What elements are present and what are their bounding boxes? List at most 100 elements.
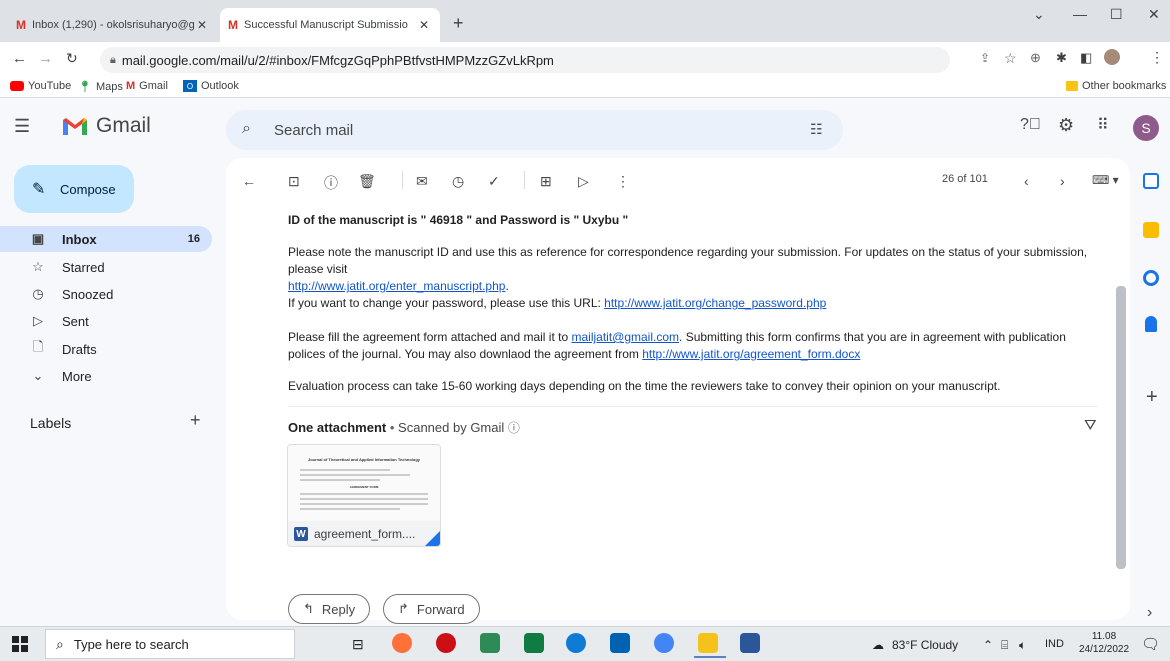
back-icon[interactable]: ←: [12, 50, 27, 67]
more-options-icon[interactable]: ⋮: [616, 173, 630, 190]
windows-start-icon[interactable]: [12, 636, 28, 652]
taskbar-search-input[interactable]: ⌕ Type here to search: [45, 629, 295, 659]
volume-icon[interactable]: 🔈︎: [1019, 638, 1026, 653]
compose-button[interactable]: ✎ Compose: [14, 165, 134, 213]
gmail-logo-icon: [63, 118, 87, 135]
attachment-card[interactable]: Journal of Theoretical and Applied Infor…: [287, 444, 441, 547]
language-indicator[interactable]: IND: [1045, 638, 1064, 650]
maximize-icon[interactable]: ☐: [1110, 6, 1123, 23]
preview-line: [300, 503, 428, 505]
opera-icon[interactable]: [436, 633, 456, 653]
side-panel-icon[interactable]: ◧: [1080, 50, 1092, 66]
tasks-icon[interactable]: [1143, 270, 1159, 286]
notes-app-icon[interactable]: [524, 633, 544, 653]
back-to-inbox-icon[interactable]: ←: [242, 173, 256, 189]
share-icon[interactable]: ⇪: [980, 51, 990, 65]
sidebar-item-snoozed[interactable]: ◷ Snoozed: [14, 281, 212, 307]
get-addons-icon[interactable]: +: [1146, 386, 1158, 409]
change-password-link[interactable]: http://www.jatit.org/change_password.php: [604, 296, 826, 310]
store-icon[interactable]: [610, 633, 630, 653]
bookmark-outlook[interactable]: O Outlook: [183, 80, 239, 92]
browser-tab-inbox[interactable]: M Inbox (1,290) - okolsrisuharyo@g ✕: [8, 8, 218, 42]
report-spam-icon[interactable]: ⓘ: [324, 173, 338, 193]
mark-unread-icon[interactable]: ✉: [416, 173, 428, 190]
browser-menu-icon[interactable]: ⋮: [1150, 49, 1164, 66]
add-task-icon[interactable]: ✓: [488, 173, 500, 190]
reply-button[interactable]: ↰ Reply: [288, 594, 371, 624]
input-tools-icon[interactable]: ⌨ ▾: [1092, 173, 1119, 187]
search-input[interactable]: ⌕ Search mail ☷: [226, 110, 843, 150]
chrome-icon[interactable]: [654, 633, 674, 653]
clock-icon: ◷: [32, 286, 44, 301]
firefox-icon[interactable]: [392, 633, 412, 653]
extensions-icon[interactable]: ✱: [1056, 50, 1067, 66]
browser-tab-manuscript[interactable]: M Successful Manuscript Submissio ✕: [220, 8, 440, 42]
weather-text[interactable]: 83°F Cloudy: [892, 638, 958, 652]
search-icon[interactable]: ⌕: [242, 120, 251, 138]
add-to-drive-icon[interactable]: ⛛: [1084, 417, 1097, 434]
create-label-icon[interactable]: +: [190, 410, 201, 431]
bookmark-star-icon[interactable]: ☆: [1004, 50, 1017, 67]
label-icon[interactable]: ▷: [578, 173, 589, 190]
sidebar-item-sent[interactable]: ▷ Sent: [14, 308, 212, 334]
inbox-icon: ▣: [31, 231, 45, 246]
forward-icon[interactable]: →: [38, 50, 53, 67]
search-options-icon[interactable]: ☷: [810, 121, 823, 138]
show-side-panel-icon[interactable]: ›: [1147, 604, 1152, 622]
notification-icon[interactable]: 🗨︎: [1141, 635, 1160, 653]
gmail-logo[interactable]: Gmail: [62, 114, 151, 138]
move-to-icon[interactable]: ⊞: [540, 173, 552, 190]
archive-icon[interactable]: ⊡: [288, 173, 300, 190]
file-explorer-icon[interactable]: [698, 633, 718, 653]
newer-icon[interactable]: ‹: [1024, 173, 1029, 189]
url-bar[interactable]: 🔒︎ mail.google.com/mail/u/2/#inbox/FMfcg…: [100, 47, 950, 73]
email-link[interactable]: mailjatit@gmail.com: [571, 330, 679, 344]
older-icon[interactable]: ›: [1060, 173, 1065, 189]
reload-icon[interactable]: ↻: [66, 50, 78, 67]
agreement-form-link[interactable]: http://www.jatit.org/agreement_form.docx: [642, 347, 860, 361]
edge-icon[interactable]: [566, 633, 586, 653]
sidebar-item-starred[interactable]: ☆ Starred: [14, 254, 212, 280]
calendar-icon[interactable]: [1143, 173, 1159, 189]
word-icon[interactable]: [740, 633, 760, 653]
bookmark-youtube[interactable]: YouTube: [10, 80, 71, 92]
tray-chevron-icon[interactable]: ⌃: [983, 638, 993, 652]
photos-app-icon[interactable]: [480, 633, 500, 653]
keep-icon[interactable]: [1143, 222, 1159, 238]
help-icon[interactable]: ?⃝: [1020, 116, 1041, 134]
enter-manuscript-link[interactable]: http://www.jatit.org/enter_manuscript.ph…: [288, 279, 505, 293]
scrollbar-thumb[interactable]: [1116, 286, 1126, 569]
contacts-icon[interactable]: [1145, 316, 1157, 332]
profile-avatar[interactable]: [1104, 49, 1120, 65]
new-tab-icon[interactable]: +: [453, 13, 464, 34]
info-icon[interactable]: ⓘ: [508, 421, 520, 435]
weather-icon[interactable]: ☁: [872, 638, 884, 652]
sidebar-item-more[interactable]: ⌄ More: [14, 363, 212, 389]
other-bookmarks[interactable]: Other bookmarks: [1066, 80, 1166, 92]
extension-globe-icon[interactable]: ⊕: [1030, 50, 1041, 66]
snooze-icon[interactable]: ◷: [452, 173, 464, 190]
sidebar-item-inbox[interactable]: ▣ Inbox 16: [0, 226, 212, 252]
main-menu-icon[interactable]: ☰: [14, 116, 30, 137]
preview-line: [300, 479, 380, 481]
close-tab-icon[interactable]: ✕: [416, 18, 432, 32]
task-view-icon[interactable]: ⊟: [352, 636, 364, 653]
youtube-icon: [10, 81, 24, 91]
bookmark-maps[interactable]: 📍︎ Maps: [78, 80, 123, 94]
close-window-icon[interactable]: ✕: [1148, 6, 1160, 23]
settings-gear-icon[interactable]: ⚙: [1058, 115, 1074, 136]
account-avatar[interactable]: S: [1133, 115, 1159, 141]
pencil-icon: ✎: [32, 181, 46, 198]
clock[interactable]: 11.08 24/12/2022: [1073, 630, 1135, 656]
preview-line: [300, 493, 428, 495]
delete-icon[interactable]: 🗑︎: [358, 173, 376, 190]
lock-icon: 🔒︎: [110, 53, 116, 66]
bookmark-gmail[interactable]: M Gmail: [126, 80, 168, 92]
close-tab-icon[interactable]: ✕: [194, 18, 210, 32]
forward-button[interactable]: ↱ Forward: [383, 594, 480, 624]
tab-search-icon[interactable]: ⌄: [1033, 6, 1045, 23]
network-icon[interactable]: ⌸: [1001, 638, 1008, 653]
apps-grid-icon[interactable]: ⠿: [1097, 115, 1109, 135]
sidebar-item-drafts[interactable]: 🗋 Drafts: [14, 336, 212, 362]
minimize-icon[interactable]: —: [1073, 6, 1087, 22]
